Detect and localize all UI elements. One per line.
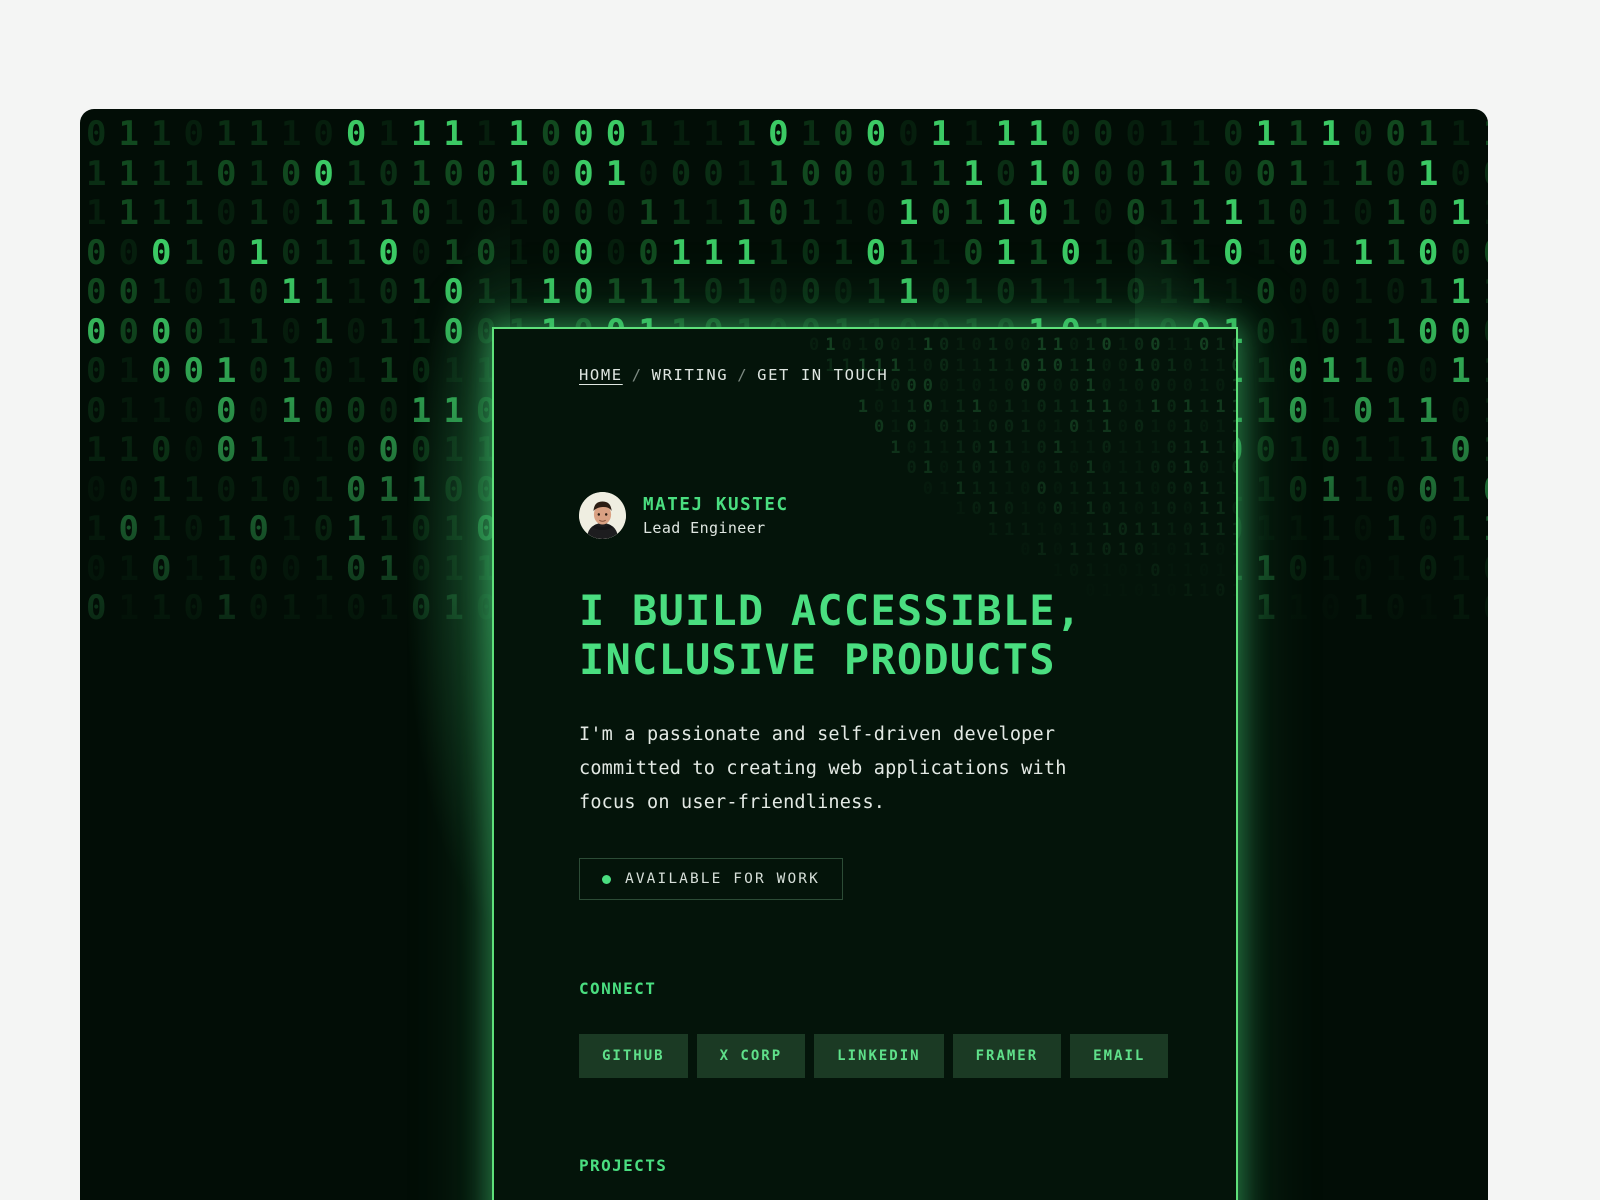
- projects-section-label: PROJECTS: [579, 1156, 668, 1175]
- connect-link-email[interactable]: EMAIL: [1070, 1034, 1169, 1078]
- page-title-line-1: I BUILD ACCESSIBLE,: [579, 586, 1083, 635]
- connect-section-label: CONNECT: [579, 979, 657, 998]
- breadcrumb-separator: /: [737, 366, 749, 384]
- connect-link-linkedin[interactable]: LINKEDIN: [814, 1034, 944, 1078]
- availability-badge[interactable]: AVAILABLE FOR WORK: [579, 858, 843, 900]
- breadcrumb-item-home[interactable]: HOME: [579, 366, 623, 384]
- breadcrumb: HOME / WRITING / GET IN TOUCH: [579, 366, 1192, 384]
- profile-card: 0101001101010011010100110101111111001111…: [492, 327, 1238, 1200]
- connect-links: GITHUB X CORP LINKEDIN FRAMER EMAIL: [579, 1034, 1192, 1078]
- projects-section: PROJECTS SpinThatShit A set of SCSS mixi…: [579, 1156, 1192, 1200]
- connect-section: CONNECT GITHUB X CORP LINKEDIN FRAMER EM…: [579, 979, 1192, 1078]
- profile-role: Lead Engineer: [643, 518, 766, 537]
- identity-block: MATEJ KUSTEC Lead Engineer: [579, 492, 1192, 539]
- breadcrumb-item-get-in-touch[interactable]: GET IN TOUCH: [757, 366, 888, 384]
- connect-link-x-corp[interactable]: X CORP: [696, 1034, 806, 1078]
- breadcrumb-item-writing[interactable]: WRITING: [652, 366, 729, 384]
- connect-link-github[interactable]: GITHUB: [579, 1034, 688, 1078]
- connect-link-framer[interactable]: FRAMER: [952, 1034, 1062, 1078]
- availability-label: AVAILABLE FOR WORK: [625, 871, 820, 887]
- browser-viewport: 0110111001111100011110100011110001101110…: [80, 109, 1488, 1200]
- page-title: I BUILD ACCESSIBLE, INCLUSIVE PRODUCTS: [579, 586, 1192, 684]
- page-title-line-2: INCLUSIVE PRODUCTS: [579, 635, 1056, 684]
- profile-name: MATEJ KUSTEC: [643, 494, 789, 515]
- hero-description: I'm a passionate and self-driven develop…: [579, 724, 1067, 813]
- avatar: [579, 492, 626, 539]
- breadcrumb-separator: /: [631, 366, 643, 384]
- status-dot-icon: [602, 874, 611, 884]
